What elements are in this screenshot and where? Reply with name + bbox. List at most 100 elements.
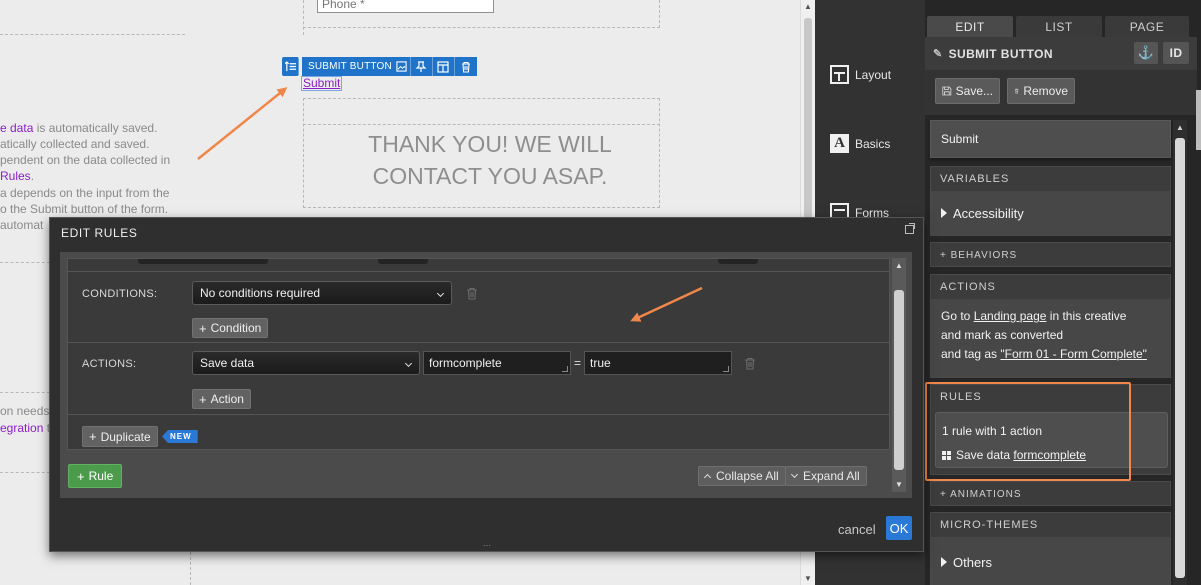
scroll-down-icon[interactable]: ▼ (804, 574, 812, 583)
actions-line: Go to Landing page in this creative (941, 309, 1127, 323)
guide-line (303, 98, 660, 99)
plus-icon: + (89, 429, 97, 444)
collapsed-row-stub (68, 259, 889, 272)
panel-edge-scrollbar[interactable] (1196, 90, 1201, 150)
save-button[interactable]: Save... (935, 78, 1000, 104)
pin-button[interactable] (410, 57, 433, 76)
section-title: ACTIONS (940, 281, 996, 293)
guide-line (659, 98, 660, 208)
animations-section[interactable]: + ANIMATIONS (930, 481, 1171, 506)
plus-icon: + (77, 468, 85, 484)
others-item[interactable]: Others (931, 537, 1170, 585)
floppy-icon (942, 86, 952, 96)
anchor-icon: ⚓ (1137, 45, 1155, 60)
tag-link[interactable]: "Form 01 - Form Complete" (1000, 347, 1147, 361)
action-value-field[interactable]: true (584, 351, 732, 375)
variables-section: VARIABLES Accessibility (930, 166, 1171, 236)
image-icon[interactable] (396, 61, 407, 72)
caret-right-icon (941, 557, 947, 567)
remove-button[interactable]: Remove (1007, 78, 1075, 104)
scroll-up-icon[interactable]: ▲ (1176, 123, 1184, 132)
guide-line (659, 0, 660, 28)
plus-icon: + (199, 391, 207, 407)
conditions-label: CONDITIONS: (82, 288, 158, 300)
panel-title: SUBMIT BUTTON (948, 46, 1053, 61)
actions-label: ACTIONS: (82, 358, 137, 370)
scroll-up-icon[interactable]: ▲ (804, 2, 812, 11)
panel-header: ✎ SUBMIT BUTTON ⚓ ID (925, 37, 1197, 70)
actions-summary[interactable]: Go to Landing page in this creative and … (931, 299, 1170, 377)
guide-line (0, 34, 185, 35)
action-type-dropdown[interactable]: Save data (192, 351, 420, 375)
id-button[interactable]: ID (1163, 42, 1189, 64)
trash-icon[interactable] (466, 287, 478, 300)
guide-line (303, 27, 660, 28)
actions-line: and mark as converted (941, 328, 1064, 342)
add-condition-button[interactable]: + Condition (192, 318, 269, 338)
edit-rules-dialog: EDIT RULES CONDITIONS: No conditions req… (49, 217, 924, 552)
canvas-text-line: on needs (0, 404, 50, 418)
pin-icon (415, 60, 427, 72)
plus-icon: + (199, 320, 207, 336)
conditions-row: CONDITIONS: No conditions required + Cond… (68, 272, 889, 343)
phone-input[interactable]: Phone * (317, 0, 494, 13)
action-key-field[interactable]: formcomplete (423, 351, 571, 375)
chevron-up-icon (703, 473, 712, 481)
canvas-text-line: e data is automatically saved. (0, 121, 158, 135)
dialog-scrollbar[interactable]: ▲ ▼ (892, 258, 906, 492)
conditions-dropdown[interactable]: No conditions required (192, 281, 452, 305)
accessibility-label: Accessibility (953, 205, 1024, 221)
canvas-text-line: a depends on the input from the (0, 186, 170, 200)
add-action-button[interactable]: + Action (192, 389, 251, 409)
scroll-down-icon[interactable]: ▼ (895, 480, 903, 489)
canvas-text-line: o the Submit button of the form. (0, 202, 169, 216)
tab-list[interactable]: LIST (1016, 16, 1102, 37)
canvas-text-line: pendent on the data collected in (0, 153, 171, 167)
duplicate-rule-button[interactable]: + Duplicate (82, 426, 158, 447)
guide-line (0, 472, 50, 473)
tab-page[interactable]: PAGE (1105, 16, 1189, 37)
trash-icon (461, 61, 470, 73)
properties-panel: EDIT LIST PAGE ✎ SUBMIT BUTTON ⚓ ID Save… (925, 0, 1201, 585)
rule-editor: CONDITIONS: No conditions required + Cond… (67, 258, 890, 450)
tab-edit[interactable]: EDIT (927, 16, 1013, 37)
collapse-all-button[interactable]: Collapse All (698, 466, 786, 486)
trash-icon[interactable] (744, 357, 756, 370)
cancel-button[interactable]: cancel (838, 522, 876, 537)
button-text-field[interactable]: Submit (930, 120, 1171, 158)
layout-button[interactable] (432, 57, 455, 76)
add-rule-button[interactable]: + Rule (68, 464, 123, 488)
guide-line (303, 124, 660, 125)
submit-link[interactable]: Submit (301, 76, 343, 91)
expand-window-icon[interactable] (905, 223, 915, 234)
section-title: MICRO-THEMES (940, 519, 1039, 531)
panel-tabs: EDIT LIST PAGE (927, 16, 1192, 37)
resize-grip-icon[interactable]: ⋯ (483, 541, 492, 550)
nav-item-basics[interactable]: A Basics (830, 134, 890, 153)
scroll-up-icon[interactable]: ▲ (895, 261, 903, 270)
panel-scrollbar[interactable]: ▲ (1173, 120, 1187, 585)
scrollbar-thumb[interactable] (1175, 138, 1185, 578)
nav-item-label: Basics (855, 136, 891, 151)
panel-action-bar: Save... Remove (925, 70, 1197, 115)
expand-all-button[interactable]: Expand All (785, 466, 867, 486)
caret-right-icon (941, 208, 947, 218)
guide-line (303, 207, 660, 208)
delete-element-button[interactable] (454, 57, 477, 76)
accessibility-item[interactable]: Accessibility (931, 191, 1170, 235)
list-handle-icon[interactable] (282, 57, 299, 76)
behaviors-section[interactable]: + BEHAVIORS (930, 242, 1171, 267)
element-label-wrap: SUBMIT BUTTON (302, 57, 411, 76)
anchor-button[interactable]: ⚓ (1134, 42, 1158, 64)
chevron-down-icon (790, 470, 799, 479)
element-toolbar: SUBMIT BUTTON (282, 57, 477, 76)
ok-button[interactable]: OK (886, 516, 912, 540)
landing-page-link[interactable]: Landing page (974, 309, 1047, 323)
layout-icon (437, 60, 450, 73)
nav-item-layout[interactable]: Layout (830, 65, 891, 84)
equals-sign: = (574, 356, 582, 370)
pencil-icon: ✎ (933, 48, 943, 60)
action-type-value: Save data (200, 356, 255, 370)
scrollbar-thumb[interactable] (894, 290, 904, 470)
canvas-text-line: egration t (0, 421, 51, 435)
